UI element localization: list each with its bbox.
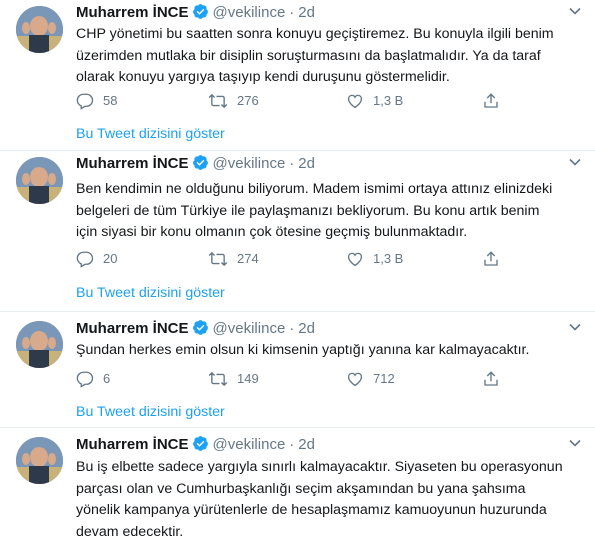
author-handle[interactable]: @vekilince bbox=[213, 320, 286, 337]
tweet[interactable]: Muharrem İNCE @vekilince · 2d Ben kendimin … bbox=[0, 151, 595, 312]
tweet-actions: 58 276 1,3 B bbox=[76, 91, 576, 111]
tweet[interactable]: Muharrem İNCE @vekilince · 2d Şundan herkes… bbox=[0, 312, 595, 428]
tweet-time[interactable]: 2d bbox=[298, 436, 315, 453]
author-name[interactable]: Muharrem İNCE bbox=[76, 155, 189, 172]
tweet-actions: 6 149 712 bbox=[76, 369, 576, 389]
avatar-image bbox=[16, 321, 63, 368]
retweet-button[interactable]: 274 bbox=[208, 249, 259, 269]
heart-icon bbox=[347, 372, 363, 387]
tweet-text-line: Şundan herkes emin olsun ki kimsenin yap… bbox=[76, 342, 530, 358]
avatar[interactable] bbox=[16, 437, 63, 484]
tweet-feed: Muharrem İNCE @vekilince · 2d CHP yönetimi … bbox=[0, 0, 595, 546]
heart-icon bbox=[347, 94, 363, 109]
tweet-header: Muharrem İNCE @vekilince · 2d bbox=[76, 319, 583, 339]
tweet-text: Şundan herkes emin olsun ki kimsenin yap… bbox=[76, 340, 586, 362]
share-button[interactable] bbox=[482, 369, 500, 389]
tweet-text: Ben kendimin ne olduğunu biliyorum. Made… bbox=[76, 179, 586, 244]
retweet-button[interactable]: 149 bbox=[208, 369, 259, 389]
tweet-header: Muharrem İNCE @vekilince · 2d bbox=[76, 154, 583, 174]
avatar[interactable] bbox=[16, 321, 63, 368]
separator-dot: · bbox=[289, 320, 295, 337]
retweet-icon bbox=[208, 251, 228, 267]
retweet-count: 276 bbox=[237, 93, 259, 108]
tweet-text-line: belgeleri de tüm Türkiye ile paylaşmanız… bbox=[76, 202, 540, 219]
like-button[interactable]: 712 bbox=[346, 369, 395, 389]
reply-button[interactable]: 20 bbox=[76, 249, 117, 269]
tweet-text-line: için siyasi bir konu olmanın çok ötesine… bbox=[76, 224, 468, 240]
author-handle[interactable]: @vekilince bbox=[213, 436, 286, 453]
retweet-count: 274 bbox=[237, 251, 259, 266]
author-handle[interactable]: @vekilince bbox=[213, 4, 286, 21]
like-button[interactable]: 1,3 B bbox=[346, 249, 403, 269]
tweet[interactable]: Muharrem İNCE @vekilince · 2d CHP yönetimi … bbox=[0, 0, 595, 151]
avatar-image bbox=[16, 6, 63, 53]
separator-dot: · bbox=[289, 4, 295, 21]
show-thread-link[interactable]: Bu Tweet dizisini göster bbox=[76, 124, 225, 144]
avatar[interactable] bbox=[16, 6, 63, 53]
avatar[interactable] bbox=[16, 157, 63, 204]
chevron-down-icon[interactable] bbox=[567, 435, 583, 457]
share-icon bbox=[484, 251, 498, 266]
share-button[interactable] bbox=[482, 249, 500, 269]
tweet-text-line: CHP yönetimi bu saatten sonra konuyu geç… bbox=[76, 26, 554, 42]
retweet-icon bbox=[208, 93, 228, 109]
avatar-image bbox=[16, 157, 63, 204]
author-name[interactable]: Muharrem İNCE bbox=[76, 320, 189, 337]
retweet-icon bbox=[208, 371, 228, 387]
like-count: 712 bbox=[373, 371, 395, 386]
share-button[interactable] bbox=[482, 91, 500, 111]
author-name[interactable]: Muharrem İNCE bbox=[76, 4, 189, 21]
retweet-count: 149 bbox=[237, 371, 259, 386]
like-button[interactable]: 1,3 B bbox=[346, 91, 403, 111]
tweet-time[interactable]: 2d bbox=[298, 4, 315, 21]
tweet-text-line: parçası olan ve Cumhurbaşkanlığı seçim a… bbox=[76, 480, 526, 497]
tweet-header: Muharrem İNCE @vekilince · 2d bbox=[76, 3, 583, 23]
reply-count: 58 bbox=[103, 93, 118, 108]
like-count: 1,3 B bbox=[373, 251, 404, 266]
tweet-time[interactable]: 2d bbox=[298, 320, 315, 337]
retweet-button[interactable]: 276 bbox=[208, 91, 259, 111]
verified-badge-icon bbox=[192, 435, 209, 458]
share-icon bbox=[484, 93, 498, 108]
verified-badge-icon bbox=[192, 3, 209, 26]
tweet-header: Muharrem İNCE @vekilince · 2d bbox=[76, 435, 583, 455]
tweet-actions: 20 274 1,3 B bbox=[76, 249, 576, 269]
show-thread-link[interactable]: Bu Tweet dizisini göster bbox=[76, 283, 225, 303]
reply-count: 20 bbox=[103, 251, 118, 266]
chevron-down-icon[interactable] bbox=[567, 319, 583, 341]
reply-button[interactable]: 58 bbox=[76, 91, 117, 111]
verified-badge-icon bbox=[192, 154, 209, 177]
reply-icon bbox=[76, 371, 94, 388]
tweet-text: Bu iş elbette sadece yargıyla sınırlı ka… bbox=[76, 457, 586, 543]
tweet-text-line: Bu iş elbette sadece yargıyla sınırlı ka… bbox=[76, 459, 563, 475]
heart-icon bbox=[347, 252, 363, 267]
tweet-text-line: Ben kendimin ne olduğunu biliyorum. Made… bbox=[76, 181, 553, 197]
author-name[interactable]: Muharrem İNCE bbox=[76, 436, 189, 453]
separator-dot: · bbox=[289, 155, 295, 172]
tweet-text: CHP yönetimi bu saatten sonra konuyu geç… bbox=[76, 24, 586, 89]
author-handle[interactable]: @vekilince bbox=[213, 155, 286, 172]
tweet-text-line: olarak konuyu yargıya taşıyıp kendi duru… bbox=[76, 69, 450, 85]
share-icon bbox=[484, 371, 498, 386]
avatar-image bbox=[16, 437, 63, 484]
show-thread-link[interactable]: Bu Tweet dizisini göster bbox=[76, 402, 225, 422]
tweet-time[interactable]: 2d bbox=[298, 155, 315, 172]
verified-badge-icon bbox=[192, 319, 209, 342]
chevron-down-icon[interactable] bbox=[567, 3, 583, 25]
chevron-down-icon[interactable] bbox=[567, 154, 583, 176]
reply-button[interactable]: 6 bbox=[76, 369, 110, 389]
reply-icon bbox=[76, 93, 94, 110]
tweet-text-line: üzerimden mutlaka bir disiplin soruşturm… bbox=[76, 47, 541, 64]
like-count: 1,3 B bbox=[373, 93, 404, 108]
separator-dot: · bbox=[289, 436, 295, 453]
tweet-text-line: yönelik kampanya yürütenlerle de hesapla… bbox=[76, 502, 547, 518]
tweet-text-line: devam edecektir. bbox=[76, 523, 184, 540]
reply-count: 6 bbox=[103, 371, 111, 386]
tweet[interactable]: Muharrem İNCE @vekilince · 2d Bu iş elbette… bbox=[0, 428, 595, 546]
reply-icon bbox=[76, 251, 94, 268]
